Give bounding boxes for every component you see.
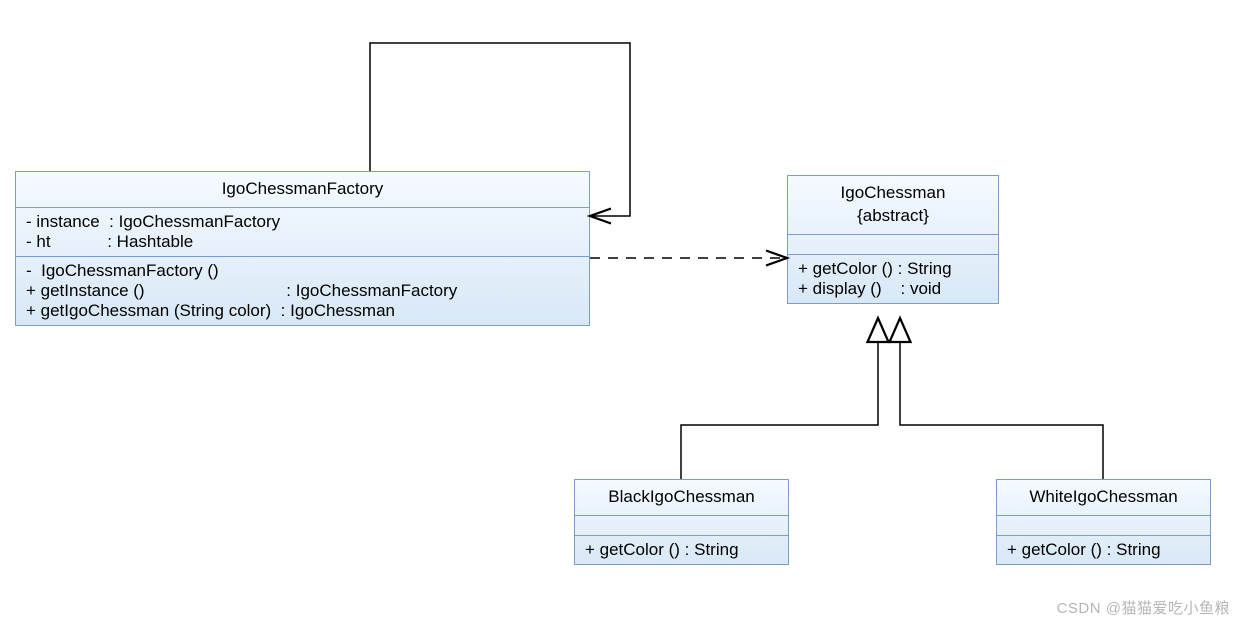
class-black-attrs-empty — [575, 516, 788, 536]
class-abstract-name: IgoChessman — [798, 182, 988, 205]
generalization-white — [900, 318, 1103, 479]
class-abstract: IgoChessman {abstract} + getColor () : S… — [787, 175, 999, 304]
class-factory-name: IgoChessmanFactory — [222, 179, 384, 198]
class-black: BlackIgoChessman + getColor () : String — [574, 479, 789, 565]
class-white-name: WhiteIgoChessman — [1029, 487, 1177, 506]
op-row: + getColor () : String — [585, 540, 778, 560]
op-row: + getInstance () : IgoChessmanFactory — [26, 281, 579, 301]
op-row: - IgoChessmanFactory () — [26, 261, 579, 281]
class-black-ops: + getColor () : String — [575, 536, 788, 564]
class-factory-name-compartment: IgoChessmanFactory — [16, 172, 589, 208]
op-row: + getIgoChessman (String color) : IgoChe… — [26, 301, 579, 321]
op-row: + getColor () : String — [1007, 540, 1200, 560]
class-abstract-ops: + getColor () : String + display () : vo… — [788, 255, 998, 303]
op-row: + display () : void — [798, 279, 988, 299]
class-black-name: BlackIgoChessman — [608, 487, 754, 506]
class-factory-attrs: - instance : IgoChessmanFactory - ht : H… — [16, 208, 589, 257]
class-abstract-name-compartment: IgoChessman {abstract} — [788, 176, 998, 235]
attr-row: - ht : Hashtable — [26, 232, 579, 252]
class-white: WhiteIgoChessman + getColor () : String — [996, 479, 1211, 565]
class-factory-ops: - IgoChessmanFactory () + getInstance ()… — [16, 257, 589, 325]
watermark: CSDN @猫猫爱吃小鱼粮 — [1057, 597, 1230, 618]
generalization-black — [681, 318, 878, 479]
class-white-name-compartment: WhiteIgoChessman — [997, 480, 1210, 516]
attr-row: - instance : IgoChessmanFactory — [26, 212, 579, 232]
class-white-attrs-empty — [997, 516, 1210, 536]
op-row: + getColor () : String — [798, 259, 988, 279]
class-white-ops: + getColor () : String — [997, 536, 1210, 564]
class-abstract-stereotype: {abstract} — [798, 205, 988, 228]
class-black-name-compartment: BlackIgoChessman — [575, 480, 788, 516]
class-factory: IgoChessmanFactory - instance : IgoChess… — [15, 171, 590, 326]
class-abstract-attrs-empty — [788, 235, 998, 255]
